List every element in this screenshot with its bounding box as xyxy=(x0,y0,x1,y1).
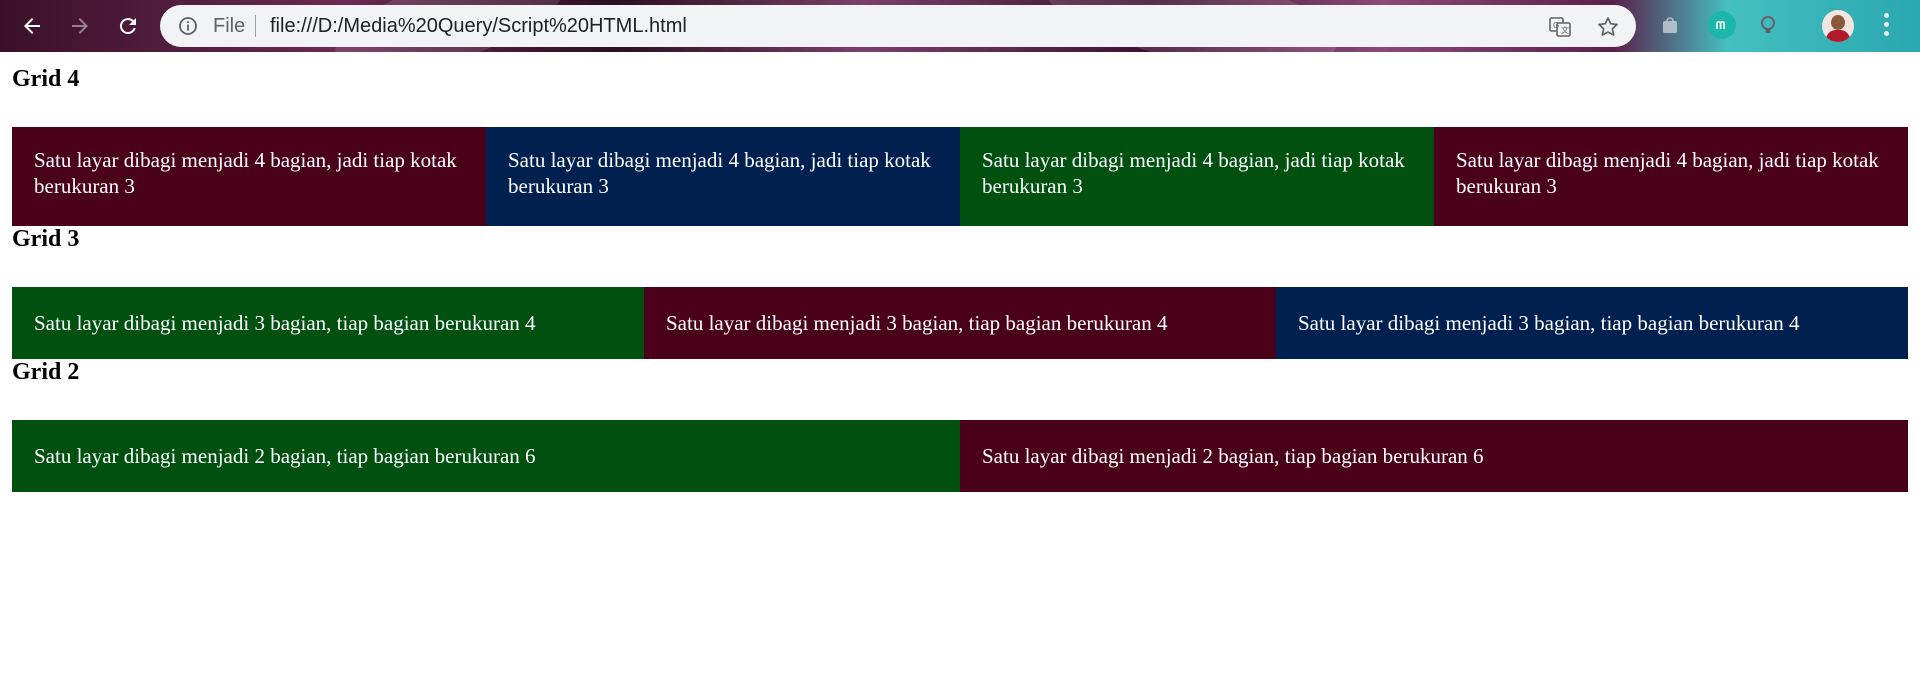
more-vert-icon[interactable] xyxy=(1880,13,1892,39)
m-logo-icon xyxy=(1716,20,1725,29)
translate-icon: G 文 xyxy=(1549,17,1571,37)
extension-button[interactable] xyxy=(1708,11,1736,39)
url-text[interactable]: file:///D:/Media%20Query/Script%20HTML.h… xyxy=(270,15,687,38)
grid-cell: Satu layar dibagi menjadi 4 bagian, jadi… xyxy=(1434,127,1908,226)
reload-icon xyxy=(119,18,136,35)
grid-cell: Satu layar dibagi menjadi 4 bagian, jadi… xyxy=(960,127,1434,226)
reload-button[interactable] xyxy=(112,10,144,42)
svg-text:G: G xyxy=(1553,21,1559,30)
section-heading: Grid 4 xyxy=(12,66,80,92)
grid-cell: Satu layar dibagi menjadi 2 bagian, tiap… xyxy=(12,420,960,492)
url-scheme-label: File xyxy=(213,15,246,37)
info-icon[interactable] xyxy=(178,16,198,36)
star-icon xyxy=(1598,17,1618,36)
bookmark-button[interactable] xyxy=(1596,15,1620,39)
page-content: Grid 4 Satu layar dibagi menjadi 4 bagia… xyxy=(12,52,1908,492)
grid-row: Satu layar dibagi menjadi 2 bagian, tiap… xyxy=(12,420,1908,492)
grid-row: Satu layar dibagi menjadi 3 bagian, tiap… xyxy=(12,287,1908,359)
section-heading: Grid 3 xyxy=(12,226,80,252)
grid-3-section: Grid 3 Satu layar dibagi menjadi 3 bagia… xyxy=(12,226,1908,359)
extension-button[interactable] xyxy=(1656,11,1684,39)
grid-cell: Satu layar dibagi menjadi 4 bagian, jadi… xyxy=(486,127,960,226)
profile-avatar[interactable] xyxy=(1822,10,1854,42)
shopping-bag-icon xyxy=(1663,17,1677,33)
grid-cell: Satu layar dibagi menjadi 3 bagian, tiap… xyxy=(12,287,644,359)
grid-cell: Satu layar dibagi menjadi 4 bagian, jadi… xyxy=(12,127,486,226)
extension-button[interactable] xyxy=(1754,11,1782,39)
grid-4-section: Grid 4 Satu layar dibagi menjadi 4 bagia… xyxy=(12,66,1908,226)
browser-toolbar: File file:///D:/Media%20Query/Script%20H… xyxy=(0,0,1920,52)
lightbulb-icon xyxy=(1761,16,1775,33)
grid-2-section: Grid 2 Satu layar dibagi menjadi 2 bagia… xyxy=(12,359,1908,492)
divider xyxy=(255,15,256,37)
grid-row: Satu layar dibagi menjadi 4 bagian, jadi… xyxy=(12,127,1908,226)
translate-button[interactable]: G 文 xyxy=(1548,15,1572,39)
forward-arrow-icon xyxy=(72,18,88,34)
svg-text:文: 文 xyxy=(1561,25,1569,35)
grid-cell: Satu layar dibagi menjadi 3 bagian, tiap… xyxy=(643,287,1276,359)
forward-button[interactable] xyxy=(64,10,96,42)
grid-cell: Satu layar dibagi menjadi 2 bagian, tiap… xyxy=(960,420,1908,492)
back-arrow-icon xyxy=(24,18,40,34)
grid-cell: Satu layar dibagi menjadi 3 bagian, tiap… xyxy=(1275,287,1908,359)
back-button[interactable] xyxy=(16,10,48,42)
address-bar[interactable]: File file:///D:/Media%20Query/Script%20H… xyxy=(160,5,1636,47)
section-heading: Grid 2 xyxy=(12,359,80,385)
